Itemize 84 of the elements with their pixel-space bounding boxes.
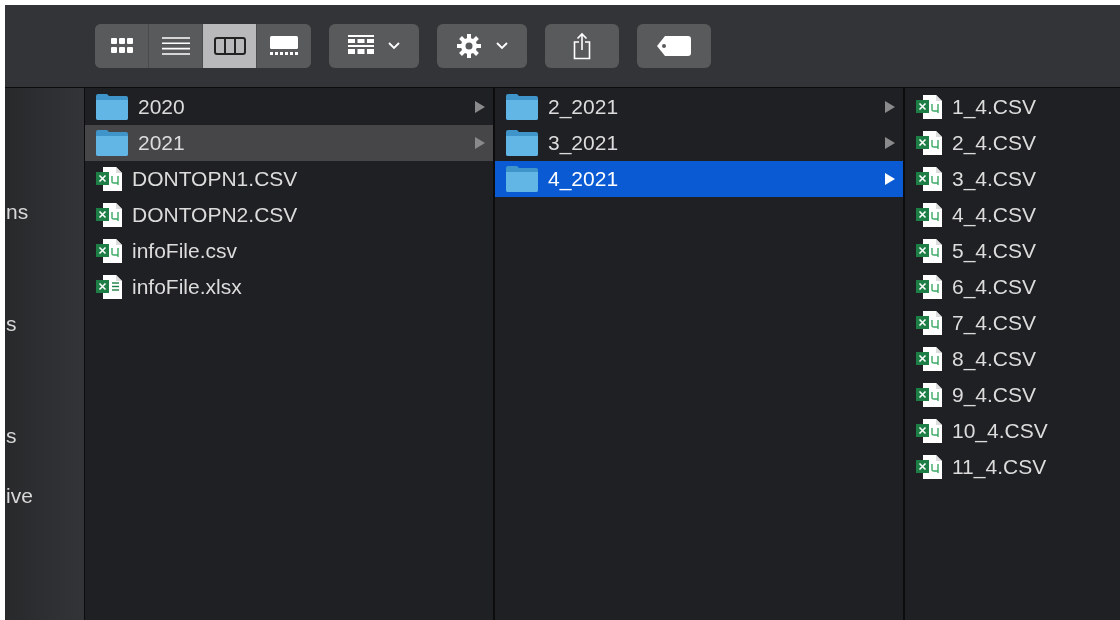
sidebar-item[interactable]: s <box>6 424 17 448</box>
file-row[interactable]: 8_4.CSV <box>905 341 1120 377</box>
spreadsheet-file-icon <box>95 238 123 264</box>
disclosure-triangle-icon <box>475 101 485 113</box>
file-name: 3_4.CSV <box>952 167 1038 191</box>
group-button[interactable] <box>329 24 419 68</box>
sidebar-item[interactable]: s <box>6 312 17 336</box>
file-name: DONTOPN2.CSV <box>132 203 299 227</box>
file-row[interactable]: DONTOPN1.CSV <box>85 161 493 197</box>
file-row[interactable]: 1_4.CSV <box>905 89 1120 125</box>
disclosure-triangle-icon <box>885 101 895 113</box>
file-name: 4_4.CSV <box>952 203 1038 227</box>
action-button[interactable] <box>437 24 527 68</box>
file-row[interactable]: 9_4.CSV <box>905 377 1120 413</box>
disclosure-triangle-icon <box>885 137 895 149</box>
file-name: 4_2021 <box>548 167 620 191</box>
file-row[interactable]: 2_2021 <box>495 89 903 125</box>
spreadsheet-file-icon <box>915 382 943 408</box>
settings-icon <box>456 33 482 59</box>
tag-icon <box>657 36 691 56</box>
spreadsheet-file-icon <box>915 418 943 444</box>
spreadsheet-file-icon <box>915 130 943 156</box>
file-name: 2_4.CSV <box>952 131 1038 155</box>
disclosure-triangle-icon <box>885 173 895 185</box>
file-row[interactable]: 10_4.CSV <box>905 413 1120 449</box>
spreadsheet-file-icon <box>915 346 943 372</box>
file-row[interactable]: 3_2021 <box>495 125 903 161</box>
group-grid-icon <box>348 35 374 57</box>
spreadsheet-file-icon <box>915 454 943 480</box>
spreadsheet-file-icon <box>915 238 943 264</box>
file-name: 2020 <box>138 95 186 119</box>
view-mode-button[interactable] <box>203 24 257 68</box>
file-name: 2021 <box>138 131 186 155</box>
file-row[interactable]: 4_4.CSV <box>905 197 1120 233</box>
sidebar-item[interactable]: ive <box>6 484 33 508</box>
file-name: 3_2021 <box>548 131 620 155</box>
view-mode-button[interactable] <box>95 24 149 68</box>
file-row[interactable]: infoFile.xlsx <box>85 269 493 305</box>
file-name: infoFile.csv <box>132 239 239 263</box>
file-row[interactable]: 5_4.CSV <box>905 233 1120 269</box>
share-button[interactable] <box>545 24 619 68</box>
spreadsheet-file-icon <box>915 274 943 300</box>
file-name: DONTOPN1.CSV <box>132 167 299 191</box>
file-row[interactable]: DONTOPN2.CSV <box>85 197 493 233</box>
columns-icon <box>213 37 246 55</box>
file-name: 1_4.CSV <box>952 95 1038 119</box>
file-name: 2_2021 <box>548 95 620 119</box>
file-row[interactable]: infoFile.csv <box>85 233 493 269</box>
spreadsheet-file-icon <box>915 94 943 120</box>
file-row[interactable]: 4_2021 <box>495 161 903 197</box>
file-row[interactable]: 3_4.CSV <box>905 161 1120 197</box>
file-name: infoFile.xlsx <box>132 275 243 299</box>
list-icon <box>161 37 190 55</box>
grid-icon <box>110 38 133 54</box>
file-name: 8_4.CSV <box>952 347 1038 371</box>
tag-button[interactable] <box>637 24 711 68</box>
file-name: 9_4.CSV <box>952 383 1038 407</box>
file-name: 10_4.CSV <box>952 419 1049 443</box>
folder-icon <box>505 130 539 156</box>
folder-icon <box>505 166 539 192</box>
spreadsheet-file-icon <box>915 166 943 192</box>
spreadsheet-file-icon <box>95 166 123 192</box>
file-name: 11_4.CSV <box>952 455 1048 479</box>
spreadsheet-file-icon <box>915 310 943 336</box>
file-row[interactable]: 11_4.CSV <box>905 449 1120 485</box>
spreadsheet-file-icon <box>95 274 123 300</box>
folder-icon <box>95 94 129 120</box>
spreadsheet-file-icon <box>95 202 123 228</box>
folder-icon <box>95 130 129 156</box>
gallery-icon <box>270 36 298 56</box>
file-row[interactable]: 7_4.CSV <box>905 305 1120 341</box>
folder-icon <box>505 94 539 120</box>
file-row[interactable]: 2_4.CSV <box>905 125 1120 161</box>
file-name: 6_4.CSV <box>952 275 1038 299</box>
share-icon <box>573 32 591 60</box>
file-name: 7_4.CSV <box>952 311 1038 335</box>
disclosure-triangle-icon <box>475 137 485 149</box>
spreadsheet-file-icon <box>915 202 943 228</box>
file-row[interactable]: 2020 <box>85 89 493 125</box>
chevron-down-icon <box>496 42 508 50</box>
chevron-down-icon <box>388 42 400 50</box>
sidebar-item[interactable]: ns <box>6 200 29 224</box>
file-name: 5_4.CSV <box>952 239 1038 263</box>
file-row[interactable]: 6_4.CSV <box>905 269 1120 305</box>
